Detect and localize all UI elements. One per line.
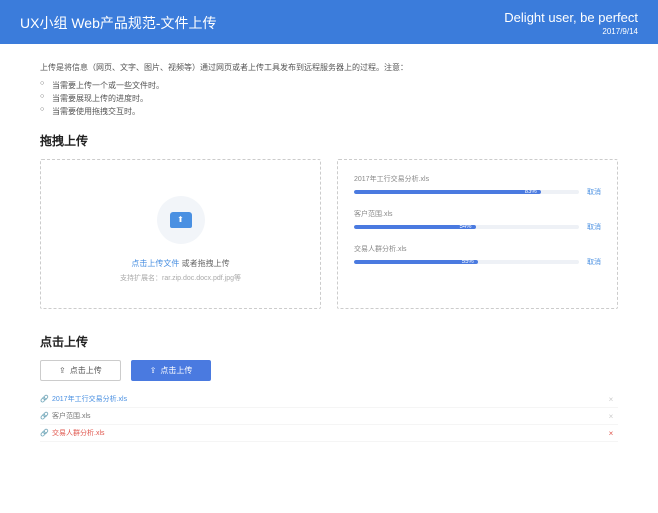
drag-dropzone[interactable]: 点击上传文件 或者拖拽上传 支持扩展名：rar.zip.doc.docx.pdf… (40, 159, 321, 309)
progress-filename: 交易人群分析.xls (354, 244, 601, 254)
drag-hint: 支持扩展名：rar.zip.doc.docx.pdf.jpg等 (120, 273, 241, 283)
section-drag-title: 拖拽上传 (40, 132, 618, 149)
progress-bar: 55% (354, 260, 579, 264)
attachment-icon: 🔗 (40, 412, 52, 420)
progress-bar: 83% (354, 190, 579, 194)
cloud-upload-icon (170, 212, 192, 228)
progress-pct: 55% (462, 260, 474, 264)
file-row: 🔗 客户范围.xls × (40, 408, 618, 425)
file-name[interactable]: 2017年工行交易分析.xls (52, 394, 604, 404)
attachment-icon: 🔗 (40, 395, 52, 403)
progress-cancel[interactable]: 取消 (587, 257, 601, 267)
file-remove[interactable]: × (604, 412, 618, 421)
bullet-item: 当需要上传一个或一些文件时。 (40, 79, 618, 92)
content: 上传是将信息（网页、文字、图片、视频等）通过网页或者上传工具发布到远程服务器上的… (0, 44, 658, 460)
progress-cancel[interactable]: 取消 (587, 187, 601, 197)
bullet-item: 当需要展现上传的进度时。 (40, 92, 618, 105)
file-row: 🔗 2017年工行交易分析.xls × (40, 391, 618, 408)
intro-bullets: 当需要上传一个或一些文件时。 当需要展现上传的进度时。 当需要使用拖拽交互时。 (40, 79, 618, 118)
button-label: 点击上传 (160, 365, 192, 376)
button-row: ⇪ 点击上传 ⇪ 点击上传 (40, 360, 618, 381)
bullet-item: 当需要使用拖拽交互时。 (40, 105, 618, 118)
file-remove[interactable]: × (604, 429, 618, 438)
drag-row: 点击上传文件 或者拖拽上传 支持扩展名：rar.zip.doc.docx.pdf… (40, 159, 618, 309)
file-name[interactable]: 客户范围.xls (52, 411, 604, 421)
cloud-circle (157, 196, 205, 244)
progress-filename: 2017年工行交易分析.xls (354, 174, 601, 184)
progress-pct: 83% (525, 190, 537, 194)
section-click-title: 点击上传 (40, 333, 618, 350)
page-header: UX小组 Web产品规范-文件上传 Delight user, be perfe… (0, 0, 658, 44)
upload-icon: ⇪ (59, 366, 66, 375)
button-label: 点击上传 (70, 365, 102, 376)
file-name[interactable]: 交易人群分析.xls (52, 428, 604, 438)
drag-text: 点击上传文件 或者拖拽上传 (131, 258, 229, 269)
drag-upload-link[interactable]: 点击上传文件 (131, 259, 179, 268)
drag-text-suffix: 或者拖拽上传 (179, 259, 229, 268)
header-date: 2017/9/14 (504, 27, 638, 36)
upload-button-outline[interactable]: ⇪ 点击上传 (40, 360, 121, 381)
intro-text: 上传是将信息（网页、文字、图片、视频等）通过网页或者上传工具发布到远程服务器上的… (40, 62, 618, 73)
file-row: 🔗 交易人群分析.xls × (40, 425, 618, 442)
progress-pct: 54% (459, 225, 471, 229)
progress-bar: 54% (354, 225, 579, 229)
progress-filename: 客户范围.xls (354, 209, 601, 219)
header-slogan: Delight user, be perfect (504, 10, 638, 25)
header-title: UX小组 Web产品规范-文件上传 (20, 13, 217, 33)
upload-button-primary[interactable]: ⇪ 点击上传 (131, 360, 212, 381)
progress-item: 交易人群分析.xls 55% 取消 (354, 244, 601, 267)
file-remove[interactable]: × (604, 395, 618, 404)
attachment-icon: 🔗 (40, 429, 52, 437)
upload-icon: ⇪ (150, 366, 157, 375)
progress-item: 2017年工行交易分析.xls 83% 取消 (354, 174, 601, 197)
progress-item: 客户范围.xls 54% 取消 (354, 209, 601, 232)
header-right: Delight user, be perfect 2017/9/14 (504, 10, 638, 36)
drag-progress-box: 2017年工行交易分析.xls 83% 取消 客户范围.xls 54% 取消 交… (337, 159, 618, 309)
file-list: 🔗 2017年工行交易分析.xls × 🔗 客户范围.xls × 🔗 交易人群分… (40, 391, 618, 442)
progress-cancel[interactable]: 取消 (587, 222, 601, 232)
